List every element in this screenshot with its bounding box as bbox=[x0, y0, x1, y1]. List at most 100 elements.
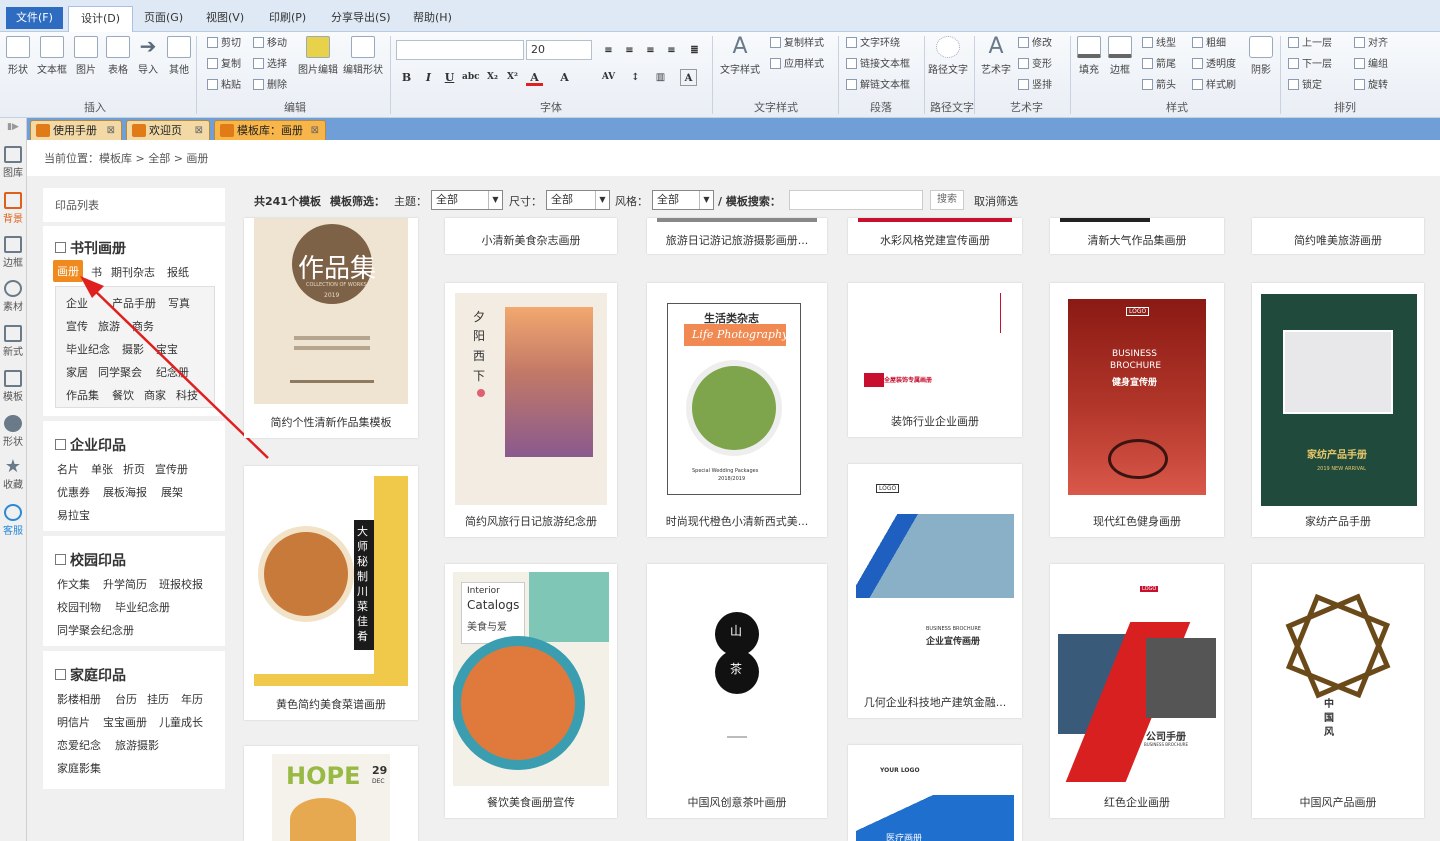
template-card[interactable]: 水彩风格党建宣传画册 bbox=[848, 218, 1022, 254]
image-edit-button[interactable]: 图片编辑 bbox=[298, 36, 338, 76]
fill-button[interactable]: 填充 bbox=[1077, 36, 1101, 76]
template-card[interactable]: 生活类杂志 Life Photography Special Wedding P… bbox=[647, 283, 827, 537]
text-box-button[interactable]: A bbox=[680, 69, 697, 86]
char-spacing-button[interactable]: AV bbox=[600, 69, 617, 86]
link-stand[interactable]: 展架 bbox=[161, 484, 183, 500]
bring-forward-button[interactable]: 上一层 bbox=[1288, 36, 1332, 52]
align-button[interactable]: 对齐 bbox=[1354, 36, 1388, 52]
italic-button[interactable]: I bbox=[420, 69, 437, 86]
template-card[interactable]: LOGO 公司手册 BUSINESS BROCHURE 红色企业画册 bbox=[1050, 564, 1224, 818]
line-type-button[interactable]: 线型 bbox=[1142, 36, 1176, 52]
link-coupon[interactable]: 优惠券 bbox=[57, 484, 90, 500]
table-button[interactable]: 表格 bbox=[106, 36, 130, 76]
template-card[interactable]: 清新大气作品集画册 bbox=[1050, 218, 1224, 254]
link-wall-calendar[interactable]: 挂历 bbox=[147, 691, 169, 707]
menu-file[interactable]: 文件(F) bbox=[6, 7, 63, 29]
vertical-text-button[interactable]: 竖排 bbox=[1018, 78, 1052, 94]
move-button[interactable]: 移动 bbox=[253, 36, 287, 52]
text-style-button[interactable]: A 文字样式 bbox=[720, 36, 760, 77]
lock-button[interactable]: 锁定 bbox=[1288, 78, 1322, 94]
font-family-select[interactable] bbox=[396, 40, 524, 60]
underline-button[interactable]: U bbox=[441, 69, 458, 86]
align-center-button[interactable]: ≡ bbox=[621, 42, 638, 59]
link-studio-album[interactable]: 影楼相册 bbox=[57, 691, 101, 707]
paste-button[interactable]: 粘贴 bbox=[207, 78, 241, 94]
bold-button[interactable]: B bbox=[398, 69, 415, 86]
link-rollup[interactable]: 易拉宝 bbox=[57, 507, 90, 523]
link-year-calendar[interactable]: 年历 bbox=[181, 691, 203, 707]
art-transform-button[interactable]: 变形 bbox=[1018, 57, 1052, 73]
columns-button[interactable]: ▥ bbox=[652, 69, 669, 86]
delete-button[interactable]: 删除 bbox=[253, 78, 287, 94]
font-grow-button[interactable]: A bbox=[556, 69, 573, 86]
tab-welcome[interactable]: 欢迎页 ⊠ bbox=[126, 120, 210, 140]
menu-design[interactable]: 设计(D) bbox=[68, 6, 134, 32]
font-size-select[interactable]: 20 bbox=[526, 40, 592, 60]
template-card[interactable]: 山 茶 中国风创意茶叶画册 bbox=[647, 564, 827, 818]
template-card[interactable]: 全屋装饰专属画册 装饰行业企业画册 bbox=[848, 283, 1022, 437]
rotate-button[interactable]: 旋转 bbox=[1354, 78, 1388, 94]
customer-service-tool[interactable]: 客服 bbox=[0, 504, 26, 537]
path-text-button[interactable]: 路径文字 bbox=[928, 36, 968, 76]
template-card[interactable]: 夕 阳 西 下 简约风旅行日记旅游纪念册 bbox=[445, 283, 617, 537]
link-desk-calendar[interactable]: 台历 bbox=[115, 691, 137, 707]
copy-button[interactable]: 复制 bbox=[207, 57, 241, 73]
border-button[interactable]: 边框 bbox=[1108, 36, 1132, 76]
cut-button[interactable]: 剪切 bbox=[207, 36, 241, 52]
menu-print[interactable]: 印刷(P) bbox=[263, 8, 312, 28]
style-select[interactable]: 全部 ▼ bbox=[652, 190, 714, 210]
text-wrap-button[interactable]: 文字环绕 bbox=[846, 36, 900, 52]
import-button[interactable]: ➔ 导入 bbox=[136, 36, 160, 76]
template-card[interactable]: 小清新美食杂志画册 bbox=[445, 218, 617, 254]
close-icon[interactable]: ⊠ bbox=[107, 121, 115, 141]
template-card[interactable]: HOPE 29 DEC bbox=[244, 746, 418, 841]
search-button[interactable]: 搜索 bbox=[930, 190, 964, 210]
template-card[interactable]: 大师秘制川菜佳肴 黄色简约美食菜谱画册 bbox=[244, 466, 418, 720]
edit-shape-button[interactable]: 编辑形状 bbox=[343, 36, 383, 76]
close-icon[interactable]: ⊠ bbox=[311, 121, 319, 141]
template-card[interactable]: 旅游日记游记旅游摄影画册... bbox=[647, 218, 827, 254]
background-tool[interactable]: 背景 bbox=[0, 192, 26, 225]
unlink-textbox-button[interactable]: 解链文本框 bbox=[846, 78, 910, 94]
link-poster[interactable]: 展板海报 bbox=[103, 484, 147, 500]
link-essay[interactable]: 作文集 bbox=[57, 576, 90, 592]
template-card[interactable]: 作品集 COLLECTION OF WORKS 2019 简约个性清新作品集模板 bbox=[244, 218, 418, 438]
subscript-button[interactable]: X₂ bbox=[484, 69, 501, 86]
section-title[interactable]: 家庭印品 bbox=[55, 665, 126, 685]
strikethrough-button[interactable]: abc bbox=[462, 69, 480, 86]
copy-style-button[interactable]: 复制样式 bbox=[770, 36, 824, 52]
cancel-filter-link[interactable]: 取消筛选 bbox=[974, 193, 1018, 209]
size-select[interactable]: 全部 ▼ bbox=[546, 190, 610, 210]
send-backward-button[interactable]: 下一层 bbox=[1288, 57, 1332, 73]
link-baby-album[interactable]: 宝宝画册 bbox=[103, 714, 147, 730]
shape-button[interactable]: 形状 bbox=[6, 36, 30, 76]
menu-view[interactable]: 视图(V) bbox=[200, 8, 250, 28]
link-school-paper[interactable]: 班报校报 bbox=[159, 576, 203, 592]
group-button[interactable]: 编组 bbox=[1354, 57, 1388, 73]
link-child-growth[interactable]: 儿童成长 bbox=[159, 714, 203, 730]
theme-select[interactable]: 全部 ▼ bbox=[431, 190, 503, 210]
textbox-button[interactable]: 文本框 bbox=[37, 36, 67, 76]
section-title[interactable]: 校园印品 bbox=[55, 550, 126, 570]
link-resume[interactable]: 升学简历 bbox=[103, 576, 147, 592]
template-card[interactable]: LOGO BUSINESS BROCHURE 健身宣传册 现代红色健身画册 bbox=[1050, 283, 1224, 537]
search-input[interactable] bbox=[789, 190, 923, 210]
justify-button[interactable]: ≡ bbox=[663, 42, 680, 59]
close-icon[interactable]: ⊠ bbox=[195, 121, 203, 141]
art-text-button[interactable]: A 艺术字 bbox=[981, 36, 1011, 77]
link-campus-magazine[interactable]: 校园刊物 bbox=[57, 599, 101, 615]
select-button[interactable]: 选择 bbox=[253, 57, 287, 73]
line-weight-button[interactable]: 粗细 bbox=[1192, 36, 1226, 52]
link-family-album[interactable]: 家庭影集 bbox=[57, 760, 101, 776]
favorites-tool[interactable]: ★ 收藏 bbox=[0, 458, 26, 492]
arrow-head-button[interactable]: 箭头 bbox=[1142, 78, 1176, 94]
template-tool[interactable]: 模板 bbox=[0, 370, 26, 403]
template-card[interactable]: LOGO BUSINESS BROCHURE 企业宣传画册 几何企业科技地产建筑… bbox=[848, 464, 1022, 718]
gallery-tool[interactable]: 图库 bbox=[0, 146, 26, 179]
template-card[interactable]: 简约唯美旅游画册 bbox=[1252, 218, 1424, 254]
align-left-button[interactable]: ≡ bbox=[600, 42, 617, 59]
new-style-tool[interactable]: 新式 bbox=[0, 325, 26, 358]
menu-share-export[interactable]: 分享导出(S) bbox=[325, 8, 397, 28]
material-tool[interactable]: 素材 bbox=[0, 280, 26, 313]
tab-template-album[interactable]: 模板库：画册 ⊠ bbox=[214, 120, 326, 140]
